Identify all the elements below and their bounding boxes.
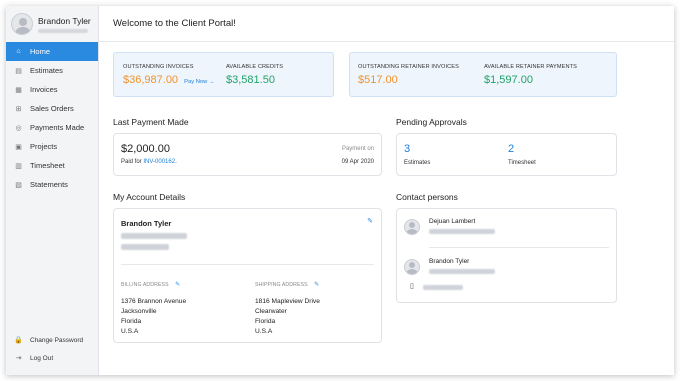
account-phone-redacted <box>121 244 169 250</box>
billing-address-label: BILLING ADDRESS <box>121 282 169 288</box>
page-title: Welcome to the Client Portal! <box>113 18 236 29</box>
contact-persons-title: Contact persons <box>396 192 458 202</box>
contact-divider <box>429 247 609 248</box>
cart-icon: ⊞ <box>15 105 22 113</box>
sidebar-item-change-password[interactable]: 🔒 Change Password <box>6 331 99 349</box>
sidebar-item-label: Change Password <box>30 336 84 344</box>
contact-persons-card: Dejuan Lambert Brandon Tyler ▯ <box>396 208 617 303</box>
pending-approvals-card: 3 Estimates 2 Timesheet <box>396 133 617 176</box>
lock-icon: 🔒 <box>14 337 23 344</box>
contact-name: Brandon Tyler <box>429 258 470 265</box>
estimates-count[interactable]: 3 <box>404 143 410 155</box>
billing-line: U.S.A <box>121 328 139 335</box>
sidebar-nav: ⌂ Home ▤ Estimates ▦ Invoices ⊞ Sales Orders ◎ Pa… <box>6 42 98 194</box>
document-icon: ▤ <box>15 67 22 75</box>
profile-name: Brandon Tyler <box>38 15 91 26</box>
contact-email-redacted <box>429 229 495 234</box>
payment-date: 09 Apr 2020 <box>341 159 374 165</box>
paid-for-text: Paid for INV-000162. <box>121 159 177 165</box>
account-divider <box>121 264 374 265</box>
retainer-summary-card: OUTSTANDING RETAINER INVOICES $517.00 AV… <box>349 52 617 97</box>
account-name: Brandon Tyler <box>121 219 172 228</box>
client-portal-window: Brandon Tyler ⌂ Home ▤ Estimates ▦ Invoices ⊞ S… <box>6 6 674 375</box>
billing-line: 1376 Brannon Avenue <box>121 298 187 305</box>
sidebar-item-projects[interactable]: ▣ Projects <box>6 137 98 156</box>
contact-name: Dejuan Lambert <box>429 218 476 225</box>
shipping-line: 1816 Mapleview Drive <box>255 298 320 305</box>
outstanding-retainer-label: OUTSTANDING RETAINER INVOICES <box>358 64 459 70</box>
sidebar-item-label: Projects <box>30 142 58 151</box>
home-icon: ⌂ <box>16 48 21 55</box>
sidebar-item-label: Log Out <box>30 354 54 362</box>
sidebar-item-statements[interactable]: ▧ Statements <box>6 175 98 194</box>
invoice-summary-card: OUTSTANDING INVOICES $36,987.00 Pay Now … <box>113 52 334 97</box>
sidebar-item-estimates[interactable]: ▤ Estimates <box>6 61 98 80</box>
payment-on-label: Payment on <box>341 146 374 152</box>
sidebar-item-sales-orders[interactable]: ⊞ Sales Orders <box>6 99 98 118</box>
account-details-card: Brandon Tyler ✎ BILLING ADDRESS ✎ 1376 B… <box>113 208 382 343</box>
avatar <box>11 13 33 35</box>
account-details-title: My Account Details <box>113 192 186 202</box>
contact-avatar <box>404 219 420 235</box>
sidebar-item-timesheet[interactable]: ▥ Timesheet <box>6 156 98 175</box>
statement-icon: ▧ <box>15 181 22 189</box>
account-email-redacted <box>121 233 187 239</box>
sidebar-item-label: Home <box>30 47 51 56</box>
sidebar-item-label: Invoices <box>30 85 58 94</box>
briefcase-icon: ▣ <box>15 143 22 151</box>
shipping-address-block: SHIPPING ADDRESS ✎ 1816 Mapleview Drive … <box>255 273 320 337</box>
billing-line: Florida <box>121 318 142 325</box>
invoice-icon: ▦ <box>15 86 22 94</box>
phone-icon: ▯ <box>410 283 414 290</box>
contact-email-redacted <box>429 269 495 274</box>
sidebar-item-label: Statements <box>30 180 68 189</box>
sidebar-item-payments-made[interactable]: ◎ Payments Made <box>6 118 98 137</box>
available-credits-label: AVAILABLE CREDITS <box>226 64 284 70</box>
shipping-line: Florida <box>255 318 276 325</box>
sidebar-item-label: Payments Made <box>30 123 85 132</box>
payment-icon: ◎ <box>15 124 22 132</box>
last-payment-title: Last Payment Made <box>113 117 189 127</box>
paid-for-prefix: Paid for <box>121 159 142 165</box>
billing-address-block: BILLING ADDRESS ✎ 1376 Brannon Avenue Ja… <box>121 273 186 337</box>
invoice-link[interactable]: INV-000162 <box>143 159 175 165</box>
billing-line: Jacksonville <box>121 308 157 315</box>
contact-phone-redacted <box>423 285 463 290</box>
sidebar: Brandon Tyler ⌂ Home ▤ Estimates ▦ Invoices ⊞ S… <box>6 6 99 375</box>
shipping-line: Clearwater <box>255 308 287 315</box>
last-payment-card: $2,000.00 Paid for INV-000162. Payment o… <box>113 133 382 176</box>
calendar-icon: ▥ <box>15 162 22 170</box>
available-retainer-payments-value: $1,597.00 <box>484 74 533 86</box>
logout-icon: ⇥ <box>15 355 22 362</box>
profile-block[interactable]: Brandon Tyler <box>6 6 98 42</box>
pending-approvals-title: Pending Approvals <box>396 117 467 127</box>
timesheet-label: Timesheet <box>508 160 536 166</box>
shipping-line: U.S.A <box>255 328 273 335</box>
sidebar-item-log-out[interactable]: ⇥ Log Out <box>6 349 99 367</box>
outstanding-invoices-value[interactable]: $36,987.00 <box>123 74 178 86</box>
edit-billing-icon[interactable]: ✎ <box>175 282 180 288</box>
profile-email-redacted <box>38 28 88 33</box>
sidebar-item-label: Timesheet <box>30 161 65 170</box>
timesheet-count[interactable]: 2 <box>508 143 514 155</box>
sidebar-bottom-nav: 🔒 Change Password ⇥ Log Out <box>6 331 99 367</box>
page-header: Welcome to the Client Portal! <box>99 6 674 42</box>
sidebar-item-invoices[interactable]: ▦ Invoices <box>6 80 98 99</box>
edit-shipping-icon[interactable]: ✎ <box>314 282 319 288</box>
outstanding-invoices-label: OUTSTANDING INVOICES <box>123 64 194 70</box>
estimates-label: Estimates <box>404 160 431 166</box>
contact-avatar <box>404 259 420 275</box>
sidebar-item-label: Sales Orders <box>30 104 74 113</box>
last-payment-amount: $2,000.00 <box>121 143 170 155</box>
edit-account-icon[interactable]: ✎ <box>367 217 373 225</box>
pay-now-link[interactable]: Pay Now → <box>184 79 215 85</box>
available-retainer-payments-label: AVAILABLE RETAINER PAYMENTS <box>484 64 577 70</box>
outstanding-retainer-value[interactable]: $517.00 <box>358 74 459 86</box>
available-credits-value: $3,581.50 <box>226 74 275 86</box>
sidebar-item-home[interactable]: ⌂ Home <box>6 42 98 61</box>
shipping-address-label: SHIPPING ADDRESS <box>255 282 308 288</box>
sidebar-item-label: Estimates <box>30 66 63 75</box>
